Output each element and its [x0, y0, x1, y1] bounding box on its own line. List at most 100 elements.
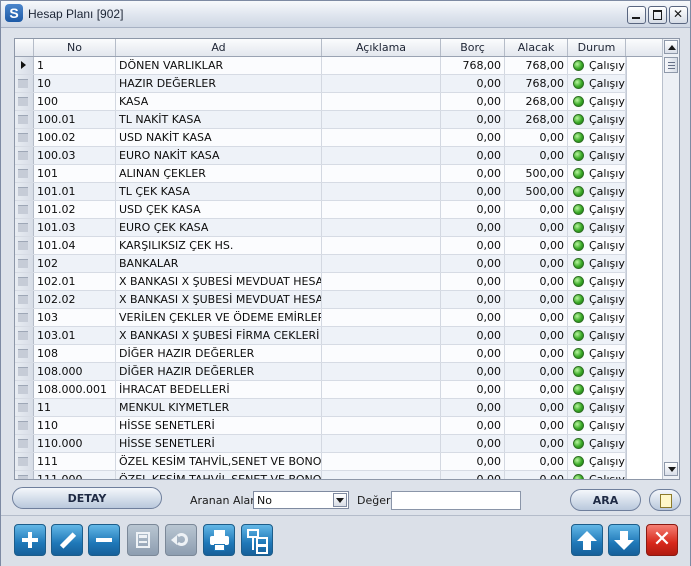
cell-aciklama[interactable] [322, 201, 441, 218]
cell-ad[interactable]: DÖNEN VARLIKLAR [116, 57, 322, 74]
table-row[interactable]: 108.000 DİĞER HAZIR DEĞERLER 0,00 0,00 Çalış… [15, 363, 662, 381]
table-row[interactable]: 11MENKUL KIYMETLER 0,000,00 Çalışıyo [15, 399, 662, 417]
cell-ad[interactable]: BANKALAR [116, 255, 322, 272]
cell-borc[interactable]: 0,00 [441, 327, 505, 344]
cell-no[interactable]: 102.01 [34, 273, 116, 290]
cell-aciklama[interactable] [322, 219, 441, 236]
cell-borc[interactable]: 0,00 [441, 471, 505, 479]
cell-aciklama[interactable] [322, 93, 441, 110]
cell-no[interactable]: 110 [34, 417, 116, 434]
cell-alacak[interactable]: 0,00 [505, 363, 568, 380]
cell-aciklama[interactable] [322, 273, 441, 290]
header-durum[interactable]: Durum [568, 39, 626, 56]
table-row[interactable]: 101.02USD ÇEK KASA 0,000,00 Çalışıyo [15, 201, 662, 219]
cell-alacak[interactable]: 0,00 [505, 399, 568, 416]
cell-borc[interactable]: 0,00 [441, 309, 505, 326]
table-row[interactable]: 111.000ÖZEL KESİM TAHVİL,SENET VE BONOLA… [15, 471, 662, 479]
table-row[interactable]: 110HİSSE SENETLERİ 0,000,00 Çalışıyo [15, 417, 662, 435]
cell-no[interactable]: 108.000 [34, 363, 116, 380]
cell-aciklama[interactable] [322, 363, 441, 380]
save-button[interactable] [127, 524, 159, 556]
row-indicator[interactable] [15, 129, 34, 146]
cell-aciklama[interactable] [322, 435, 441, 452]
table-row[interactable]: 102.01 X BANKASI X ŞUBESİ MEVDUAT HESABI 0… [15, 273, 662, 291]
cell-durum[interactable]: Çalışıyo [568, 327, 626, 344]
table-row[interactable]: 1DÖNEN VARLIKLAR 768,00768,00 Çalışıyo [15, 57, 662, 75]
cell-aciklama[interactable] [322, 75, 441, 92]
cell-no[interactable]: 100.01 [34, 111, 116, 128]
cell-no[interactable]: 1 [34, 57, 116, 74]
cell-ad[interactable]: KARŞILIKSIZ ÇEK HS. [116, 237, 322, 254]
cell-borc[interactable]: 0,00 [441, 219, 505, 236]
table-row[interactable]: 102.02 X BANKASI X ŞUBESİ MEVDUAT HESABI 0… [15, 291, 662, 309]
title-bar[interactable]: S Hesap Planı [902] ✕ [1, 1, 690, 28]
cell-alacak[interactable]: 0,00 [505, 453, 568, 470]
table-row[interactable]: 100.01TL NAKİT KASA 0,00268,00 Çalışıyo [15, 111, 662, 129]
row-indicator[interactable] [15, 417, 34, 434]
cell-aciklama[interactable] [322, 255, 441, 272]
cell-alacak[interactable]: 500,00 [505, 165, 568, 182]
cell-durum[interactable]: Çalışıyo [568, 219, 626, 236]
table-row[interactable]: 108DİĞER HAZIR DEĞERLER 0,000,00 Çalışıyo [15, 345, 662, 363]
table-row[interactable]: 101.01TL ÇEK KASA 0,00500,00 Çalışıyo [15, 183, 662, 201]
row-indicator[interactable] [15, 273, 34, 290]
cell-durum[interactable]: Çalışıyo [568, 471, 626, 479]
cell-aciklama[interactable] [322, 417, 441, 434]
cell-alacak[interactable]: 0,00 [505, 417, 568, 434]
cell-durum[interactable]: Çalışıyo [568, 57, 626, 74]
cell-durum[interactable]: Çalışıyo [568, 453, 626, 470]
accounts-grid[interactable]: No Ad Açıklama Borç Alacak Durum 1 DÖNEN … [14, 38, 680, 480]
cell-aciklama[interactable] [322, 381, 441, 398]
search-button[interactable]: ARA [570, 489, 641, 511]
move-down-button[interactable] [608, 524, 640, 556]
cell-aciklama[interactable] [322, 183, 441, 200]
scroll-up-button[interactable] [664, 40, 678, 54]
table-row[interactable]: 101ALINAN ÇEKLER 0,00500,00 Çalışıyo [15, 165, 662, 183]
search-field-select[interactable]: No [253, 491, 349, 509]
cell-durum[interactable]: Çalışıyo [568, 201, 626, 218]
maximize-button[interactable] [648, 6, 667, 24]
row-indicator[interactable] [15, 93, 34, 110]
cell-borc[interactable]: 0,00 [441, 345, 505, 362]
cell-borc[interactable]: 0,00 [441, 255, 505, 272]
cell-borc[interactable]: 0,00 [441, 417, 505, 434]
cell-alacak[interactable]: 768,00 [505, 57, 568, 74]
row-indicator[interactable] [15, 471, 34, 479]
cell-ad[interactable]: DİĞER HAZIR DEĞERLER [116, 363, 322, 380]
cell-ad[interactable]: MENKUL KIYMETLER [116, 399, 322, 416]
cell-ad[interactable]: İHRACAT BEDELLERİ [116, 381, 322, 398]
cell-no[interactable]: 101.01 [34, 183, 116, 200]
table-row[interactable]: 100.02USD NAKİT KASA 0,000,00 Çalışıyo [15, 129, 662, 147]
edit-button[interactable] [51, 524, 83, 556]
cell-alacak[interactable]: 0,00 [505, 471, 568, 479]
cell-no[interactable]: 110.000 [34, 435, 116, 452]
header-ad[interactable]: Ad [116, 39, 322, 56]
row-indicator[interactable] [15, 381, 34, 398]
cell-no[interactable]: 103 [34, 309, 116, 326]
cell-ad[interactable]: HAZIR DEĞERLER [116, 75, 322, 92]
table-row[interactable]: 102BANKALAR 0,000,00 Çalışıyo [15, 255, 662, 273]
table-row[interactable]: 111ÖZEL KESİM TAHVİL,SENET VE BONOLARI 0,… [15, 453, 662, 471]
cell-ad[interactable]: X BANKASI X ŞUBESİ MEVDUAT HESABI [116, 273, 322, 290]
table-row[interactable]: 10HAZIR DEĞERLER 0,00768,00 Çalışıyo [15, 75, 662, 93]
cell-durum[interactable]: Çalışıyo [568, 435, 626, 452]
table-row[interactable]: 100.03EURO NAKİT KASA 0,000,00 Çalışıyo [15, 147, 662, 165]
cell-ad[interactable]: HİSSE SENETLERİ [116, 435, 322, 452]
cell-borc[interactable]: 0,00 [441, 435, 505, 452]
cell-durum[interactable]: Çalışıyo [568, 183, 626, 200]
cell-alacak[interactable]: 0,00 [505, 201, 568, 218]
cell-alacak[interactable]: 0,00 [505, 255, 568, 272]
cell-durum[interactable]: Çalışıyo [568, 273, 626, 290]
cell-ad[interactable]: USD NAKİT KASA [116, 129, 322, 146]
cell-no[interactable]: 10 [34, 75, 116, 92]
cell-no[interactable]: 101.02 [34, 201, 116, 218]
cell-ad[interactable]: EURO ÇEK KASA [116, 219, 322, 236]
cell-ad[interactable]: DİĞER HAZIR DEĞERLER [116, 345, 322, 362]
undo-button[interactable] [165, 524, 197, 556]
cell-durum[interactable]: Çalışıyo [568, 399, 626, 416]
row-indicator[interactable] [15, 255, 34, 272]
cell-no[interactable]: 102.02 [34, 291, 116, 308]
row-indicator[interactable] [15, 291, 34, 308]
cell-no[interactable]: 101.03 [34, 219, 116, 236]
cell-ad[interactable]: HİSSE SENETLERİ [116, 417, 322, 434]
